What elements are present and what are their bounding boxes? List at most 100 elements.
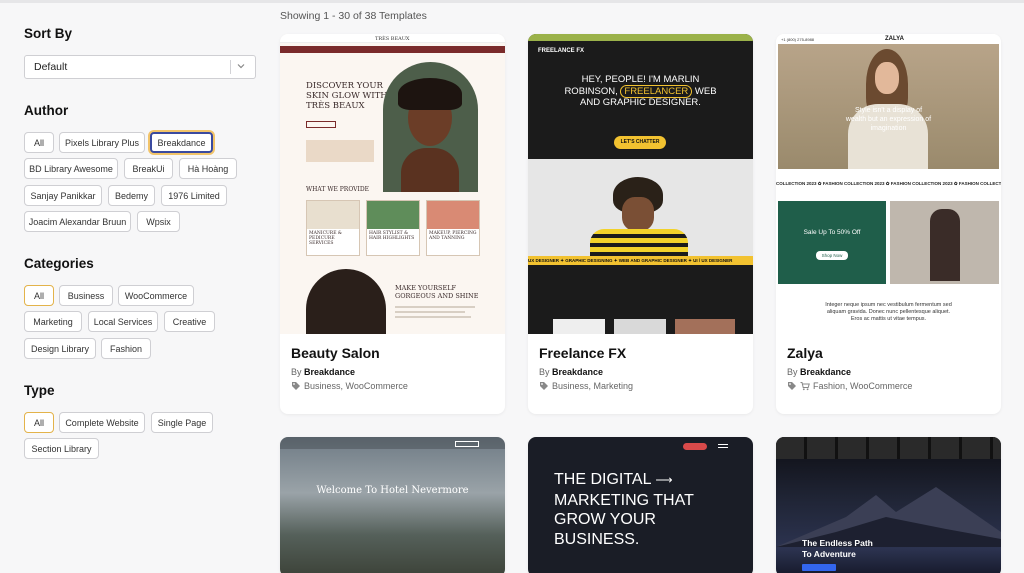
beauty-salon-thumbnail[interactable]: TRÈS BEAUX DISCOVER YOUR SKIN GLOW WITH …: [280, 34, 505, 334]
template-card-beauty-salon[interactable]: TRÈS BEAUX DISCOVER YOUR SKIN GLOW WITH …: [280, 34, 505, 414]
thumb-hero-heading: HEY, PEOPLE! I'M MARLIN ROBINSON, FREELA…: [564, 74, 717, 108]
author-chip-wpsix[interactable]: Wpsix: [137, 211, 180, 232]
template-card-zalya[interactable]: +1 (800) 275-8988 ZALYA Style isn't a di…: [776, 34, 1001, 414]
thumb-hero-heading: Welcome To Hotel Nevermore: [316, 485, 469, 496]
thumb-portrait-frame: [383, 62, 478, 192]
thumb-body-text: Integer neque ipsum nec vestibulum ferme…: [825, 302, 952, 322]
thumb-hero-heading: DISCOVER YOUR SKIN GLOW WITH TRÈS BEAUX: [306, 81, 388, 111]
thumb-service-1: MANICURE & PEDICURE SERVICES: [306, 200, 360, 256]
thumb-project-1: [553, 319, 605, 334]
author-chip-all[interactable]: All: [24, 132, 54, 153]
thumb-section-title: WHAT WE PROVIDE: [306, 186, 370, 193]
freelance-fx-thumbnail[interactable]: FREELANCE FX HEY, PEOPLE! I'M MARLIN ROB…: [528, 34, 753, 334]
thumb-photo-strip: [776, 437, 1001, 459]
select-separator: [230, 60, 231, 74]
thumb-hero-photo: [528, 159, 753, 256]
author-link[interactable]: Breakdance: [800, 367, 851, 377]
card-author: By Breakdance: [787, 367, 852, 377]
author-chip-ha-hoang[interactable]: Hà Hoàng: [179, 158, 237, 179]
thumb-nav-button: [455, 441, 479, 447]
thumb-brand: FREELANCE FX: [538, 48, 585, 54]
digital-marketing-thumbnail[interactable]: THE DIGITAL ⟶ MARKETING THAT GROW YOUR B…: [528, 437, 753, 573]
thumb-project-2: [614, 319, 666, 334]
card-author: By Breakdance: [539, 367, 604, 377]
results-count: Showing 1 - 30 of 38 Templates: [280, 10, 427, 22]
author-link[interactable]: Breakdance: [552, 367, 603, 377]
thumb-ticker: UX DESIGNER ✦ GRAPHIC DESIGNING ✦ WEB AN…: [528, 256, 753, 265]
thumb-nav-button: [683, 443, 707, 450]
type-chip-single-page[interactable]: Single Page: [151, 412, 213, 433]
category-chip-local-services[interactable]: Local Services: [88, 311, 158, 332]
category-chip-all[interactable]: All: [24, 285, 54, 306]
adventure-thumbnail[interactable]: The Endless Path To Adventure: [776, 437, 1001, 573]
thumb-ticker-top: [528, 34, 753, 41]
zalya-thumbnail[interactable]: +1 (800) 275-8988 ZALYA Style isn't a di…: [776, 34, 1001, 334]
type-chip-section-library[interactable]: Section Library: [24, 438, 99, 459]
thumb-hero-heading: THE DIGITAL ⟶ MARKETING THAT GROW YOUR B…: [554, 471, 694, 548]
thumb-model-2: [306, 269, 386, 334]
category-chip-marketing[interactable]: Marketing: [24, 311, 82, 332]
thumb-hero-text: Style isn't a display of wealth but an e…: [845, 107, 932, 132]
thumb-portrait-shoulders: [401, 148, 459, 192]
type-chip-complete-website[interactable]: Complete Website: [59, 412, 145, 433]
author-title: Author: [24, 103, 69, 118]
card-title[interactable]: Zalya: [787, 345, 823, 361]
category-chip-woocommerce[interactable]: WooCommerce: [118, 285, 194, 306]
category-chip-fashion[interactable]: Fashion: [101, 338, 151, 359]
thumb-model-photo: [890, 201, 999, 284]
thumb-service-3: MAKEUP, PIERCING AND TANNING: [426, 200, 480, 256]
sort-by-value: Default: [34, 61, 68, 73]
thumb-hero-button: [306, 121, 336, 128]
type-chip-all[interactable]: All: [24, 412, 54, 433]
thumb-project-3: [675, 319, 735, 334]
thumb-cta: LET'S CHATTER: [614, 136, 666, 149]
card-categories: Business, WooCommerce: [291, 381, 408, 391]
tag-icon: [788, 382, 796, 390]
chevron-down-icon: [237, 64, 245, 69]
thumb-sale-block: Sale Up To 50% Off Shop Now: [778, 201, 886, 284]
type-title: Type: [24, 383, 55, 398]
author-chip-pixels-library-plus[interactable]: Pixels Library Plus: [59, 132, 145, 153]
author-chip-bd-library-awesome[interactable]: BD Library Awesome: [24, 158, 118, 179]
tag-icon: [540, 382, 548, 390]
thumb-cta: [802, 564, 836, 571]
tag-icon: [292, 382, 300, 390]
template-card-hotel[interactable]: Welcome To Hotel Nevermore: [280, 437, 505, 573]
thumb-portrait-hair: [398, 78, 462, 110]
thumb-text-line: [395, 316, 471, 318]
thumb-navbar: [280, 46, 505, 53]
author-link[interactable]: Breakdance: [304, 367, 355, 377]
template-card-digital-marketing[interactable]: THE DIGITAL ⟶ MARKETING THAT GROW YOUR B…: [528, 437, 753, 573]
categories-title: Categories: [24, 256, 94, 271]
thumb-text-line: [395, 306, 475, 308]
thumb-ticker: COLLECTION 2023 ✿ FASHION COLLECTION 202…: [776, 181, 1001, 186]
category-chip-creative[interactable]: Creative: [164, 311, 215, 332]
author-chip-bedemy[interactable]: Bedemy: [108, 185, 155, 206]
sort-by-title: Sort By: [24, 26, 73, 41]
template-card-adventure[interactable]: The Endless Path To Adventure: [776, 437, 1001, 573]
card-categories: Business, Marketing: [539, 381, 633, 391]
card-title[interactable]: Beauty Salon: [291, 345, 380, 361]
card-author: By Breakdance: [291, 367, 356, 377]
menu-icon: [718, 444, 728, 445]
template-card-freelance-fx[interactable]: FREELANCE FX HEY, PEOPLE! I'M MARLIN ROB…: [528, 34, 753, 414]
thumb-text-line: [395, 311, 465, 313]
thumb-brand: TRÈS BEAUX: [375, 36, 410, 42]
thumb-small-card: [306, 140, 374, 162]
card-categories: Fashion, WooCommerce: [787, 381, 912, 391]
thumb-brand: ZALYA: [885, 36, 904, 42]
cart-icon: [800, 382, 810, 391]
hotel-thumbnail[interactable]: Welcome To Hotel Nevermore: [280, 437, 505, 573]
card-title[interactable]: Freelance FX: [539, 345, 626, 361]
author-chip-joacim-alexandar-bruun[interactable]: Joacim Alexandar Bruun: [24, 211, 131, 232]
thumb-phone: +1 (800) 275-8988: [781, 37, 815, 42]
filter-sidebar: Sort By Default Author All Pixels Librar…: [0, 0, 270, 573]
category-chip-design-library[interactable]: Design Library: [24, 338, 96, 359]
thumb-make-heading: MAKE YOURSELF GORGEOUS AND SHINE: [395, 284, 479, 300]
author-chip-sanjay-panikkar[interactable]: Sanjay Panikkar: [24, 185, 102, 206]
author-chip-breakdance[interactable]: Breakdance: [150, 132, 213, 153]
category-chip-business[interactable]: Business: [59, 285, 113, 306]
author-chip-1976-limited[interactable]: 1976 Limited: [161, 185, 227, 206]
sort-by-select[interactable]: Default: [24, 55, 256, 79]
author-chip-breakui[interactable]: BreakUi: [124, 158, 173, 179]
